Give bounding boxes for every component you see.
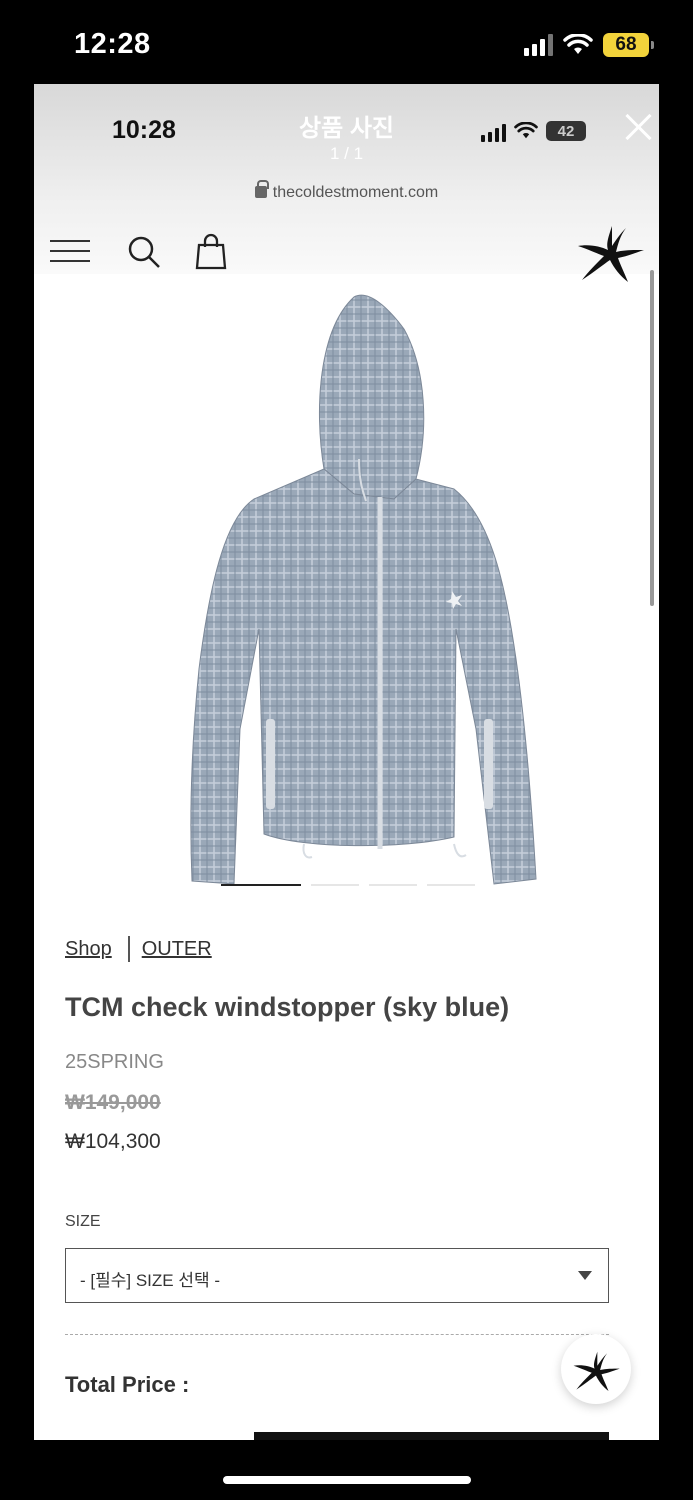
site-header bbox=[34, 224, 659, 284]
inner-battery-icon: 42 bbox=[546, 121, 586, 141]
product-image[interactable] bbox=[154, 289, 544, 889]
breadcrumb-divider bbox=[127, 936, 130, 962]
breadcrumb-shop-link[interactable]: Shop bbox=[65, 938, 112, 961]
battery-icon: 68 bbox=[603, 33, 654, 57]
shopping-bag-icon[interactable] bbox=[194, 233, 230, 271]
carousel-dot[interactable] bbox=[369, 884, 417, 886]
size-select-value: - [필수] SIZE 선택 - bbox=[80, 1271, 221, 1290]
image-carousel-indicators[interactable] bbox=[221, 884, 475, 886]
divider bbox=[65, 1334, 609, 1335]
inner-wifi-icon bbox=[514, 122, 538, 139]
lock-icon bbox=[254, 180, 269, 198]
brand-star-logo-icon[interactable] bbox=[574, 220, 646, 284]
original-price: ₩149,000 bbox=[65, 1091, 161, 1114]
brand-star-logo-icon bbox=[573, 1351, 620, 1392]
sale-price: ₩104,300 bbox=[65, 1130, 161, 1153]
home-indicator[interactable] bbox=[223, 1476, 471, 1484]
carousel-dot[interactable] bbox=[221, 884, 301, 886]
phone-status-bar: 12:28 68 bbox=[0, 0, 693, 84]
scrollbar[interactable] bbox=[650, 270, 654, 606]
phone-status-icons: 68 bbox=[524, 33, 654, 57]
product-season: 25SPRING bbox=[65, 1051, 164, 1073]
wifi-icon bbox=[563, 34, 593, 54]
close-icon[interactable] bbox=[622, 110, 656, 144]
cellular-signal-icon bbox=[524, 34, 553, 56]
product-title: TCM check windstopper (sky blue) bbox=[65, 992, 510, 1022]
size-select[interactable]: - [필수] SIZE 선택 - bbox=[65, 1248, 609, 1303]
size-label: SIZE bbox=[65, 1213, 101, 1230]
carousel-dot[interactable] bbox=[311, 884, 359, 886]
breadcrumb-category-link[interactable]: OUTER bbox=[142, 938, 212, 961]
url-bar[interactable]: thecoldestmoment.com bbox=[34, 180, 659, 202]
buy-button-edge[interactable] bbox=[254, 1432, 609, 1440]
menu-icon[interactable] bbox=[50, 240, 90, 262]
total-price-label: Total Price : bbox=[65, 1372, 190, 1397]
breadcrumb: Shop OUTER bbox=[65, 936, 212, 962]
search-icon[interactable] bbox=[126, 234, 162, 270]
phone-clock: 12:28 bbox=[74, 28, 151, 60]
photo-viewer: 10:28 상품 사진 1 / 1 42 thecoldestmoment.co… bbox=[34, 84, 659, 1440]
carousel-dot[interactable] bbox=[427, 884, 475, 886]
inner-status-icons: 42 bbox=[481, 120, 586, 142]
dropdown-arrow-icon bbox=[578, 1271, 592, 1280]
floating-logo-button[interactable] bbox=[561, 1334, 631, 1404]
url-text: thecoldestmoment.com bbox=[272, 184, 439, 201]
inner-signal-icon bbox=[481, 120, 506, 142]
viewer-page-count: 1 / 1 bbox=[329, 144, 364, 163]
